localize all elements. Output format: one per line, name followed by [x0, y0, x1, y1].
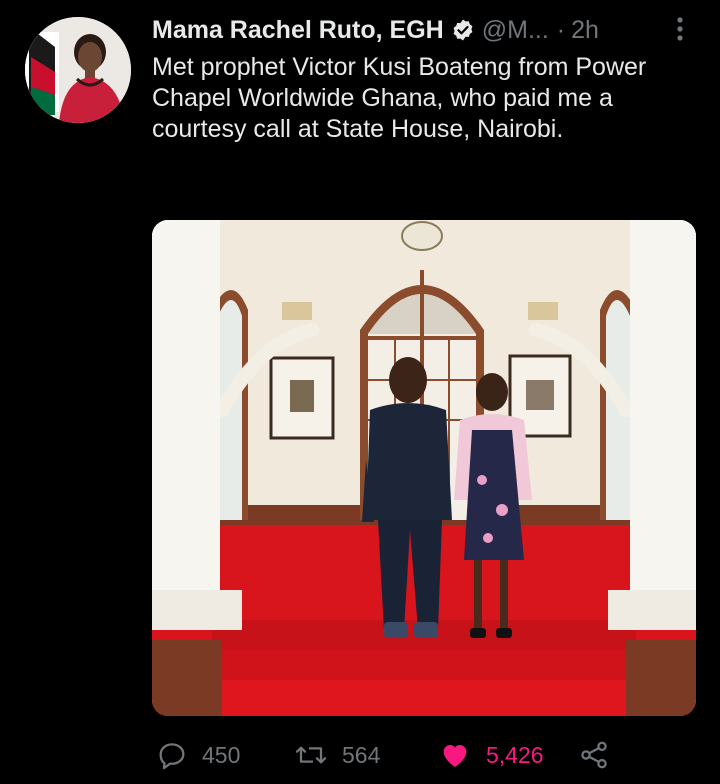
like-count: 5,426: [486, 741, 544, 768]
share-button[interactable]: [578, 735, 624, 775]
retweet-icon: [295, 746, 327, 764]
separator-dot: ·: [556, 15, 566, 44]
reply-count: 450: [202, 741, 241, 768]
retweet-button[interactable]: 564: [294, 735, 380, 775]
like-button[interactable]: 5,426: [438, 735, 544, 775]
tweet-timestamp[interactable]: 2h: [571, 16, 599, 45]
retweet-count: 564: [342, 741, 381, 768]
verified-badge-icon: [451, 18, 475, 42]
reply-button[interactable]: 450: [156, 735, 240, 775]
heart-icon: [443, 745, 467, 767]
tweet-photo[interactable]: [152, 220, 696, 716]
reply-icon: [159, 743, 185, 770]
more-options-icon[interactable]: [669, 14, 691, 44]
author-name[interactable]: Mama Rachel Ruto, EGH: [152, 16, 444, 45]
author-handle[interactable]: @M...: [482, 16, 549, 45]
tweet-header: Mama Rachel Ruto, EGH @M... · 2h: [152, 13, 599, 47]
author-avatar[interactable]: [25, 17, 131, 123]
tweet-text: Met prophet Victor Kusi Boateng from Pow…: [152, 53, 647, 143]
tweet-action-bar: 450 564 5,426: [152, 735, 622, 775]
share-icon: [581, 741, 607, 769]
